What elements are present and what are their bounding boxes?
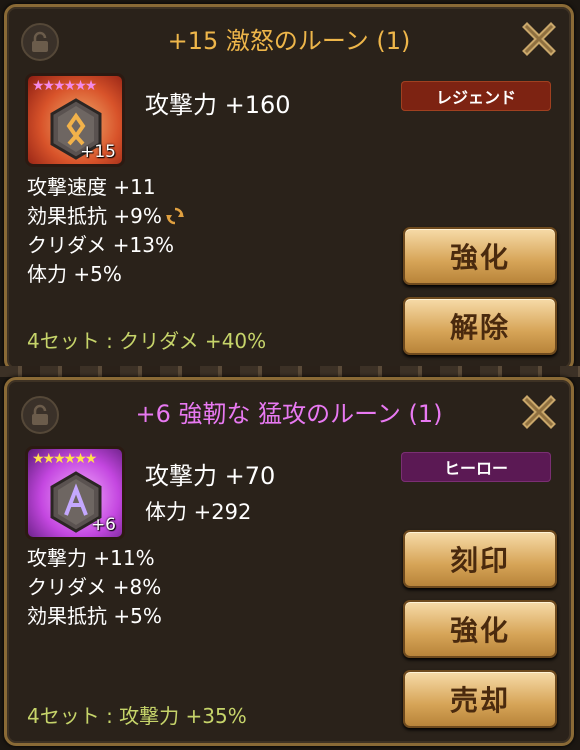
substat: クリダメ +8% bbox=[27, 575, 162, 599]
prefix-stat: 体力 +292 bbox=[145, 500, 252, 524]
rune-level: +15 bbox=[80, 142, 116, 162]
substat: 効果抵抗 +9% bbox=[27, 202, 184, 232]
rune-icon: ★★★★★★ +6 bbox=[25, 446, 125, 540]
engrave-button[interactable]: 刻印 bbox=[403, 530, 557, 588]
enhance-button[interactable]: 強化 bbox=[403, 600, 557, 658]
rune-icon: ★★★★★★ +15 bbox=[25, 73, 125, 167]
substat-text: 効果抵抗 +9% bbox=[27, 204, 162, 228]
main-stat: 攻撃力 +70 bbox=[145, 462, 276, 490]
substat: 効果抵抗 +5% bbox=[27, 604, 162, 628]
substat: 攻撃力 +11% bbox=[27, 546, 155, 570]
close-icon[interactable] bbox=[521, 21, 557, 57]
enhance-button[interactable]: 強化 bbox=[403, 227, 557, 285]
rune-panel-fatal: +6 強靭な 猛攻のルーン (1) ★★★★★★ +6 攻撃力 +70 体力 +… bbox=[4, 377, 574, 746]
reapply-icon bbox=[165, 204, 184, 232]
remove-button[interactable]: 解除 bbox=[403, 297, 557, 355]
rune-panel-rage: +15 激怒のルーン (1) ★★★★★★ +15 攻撃力 +160 レジェンド… bbox=[4, 4, 574, 372]
star-rating: ★★★★★★ bbox=[32, 78, 97, 94]
sell-button[interactable]: 売却 bbox=[403, 670, 557, 728]
grade-badge: ヒーロー bbox=[401, 452, 551, 482]
grade-badge: レジェンド bbox=[401, 81, 551, 111]
star-rating: ★★★★★★ bbox=[32, 451, 97, 467]
rune-level: +6 bbox=[90, 515, 116, 535]
rune-title: +6 強靭な 猛攻のルーン (1) bbox=[135, 400, 443, 428]
rune-title: +15 激怒のルーン (1) bbox=[167, 27, 411, 55]
set-bonus: 4セット : クリダメ +40% bbox=[27, 329, 267, 353]
lock-icon[interactable] bbox=[21, 396, 59, 434]
divider bbox=[0, 366, 580, 377]
main-stat: 攻撃力 +160 bbox=[145, 91, 291, 119]
substat: 攻撃速度 +11 bbox=[27, 175, 156, 199]
lock-icon[interactable] bbox=[21, 23, 59, 61]
substat: クリダメ +13% bbox=[27, 233, 174, 257]
close-icon[interactable] bbox=[521, 394, 557, 430]
substat: 体力 +5% bbox=[27, 262, 122, 286]
set-bonus: 4セット : 攻撃力 +35% bbox=[27, 704, 247, 728]
